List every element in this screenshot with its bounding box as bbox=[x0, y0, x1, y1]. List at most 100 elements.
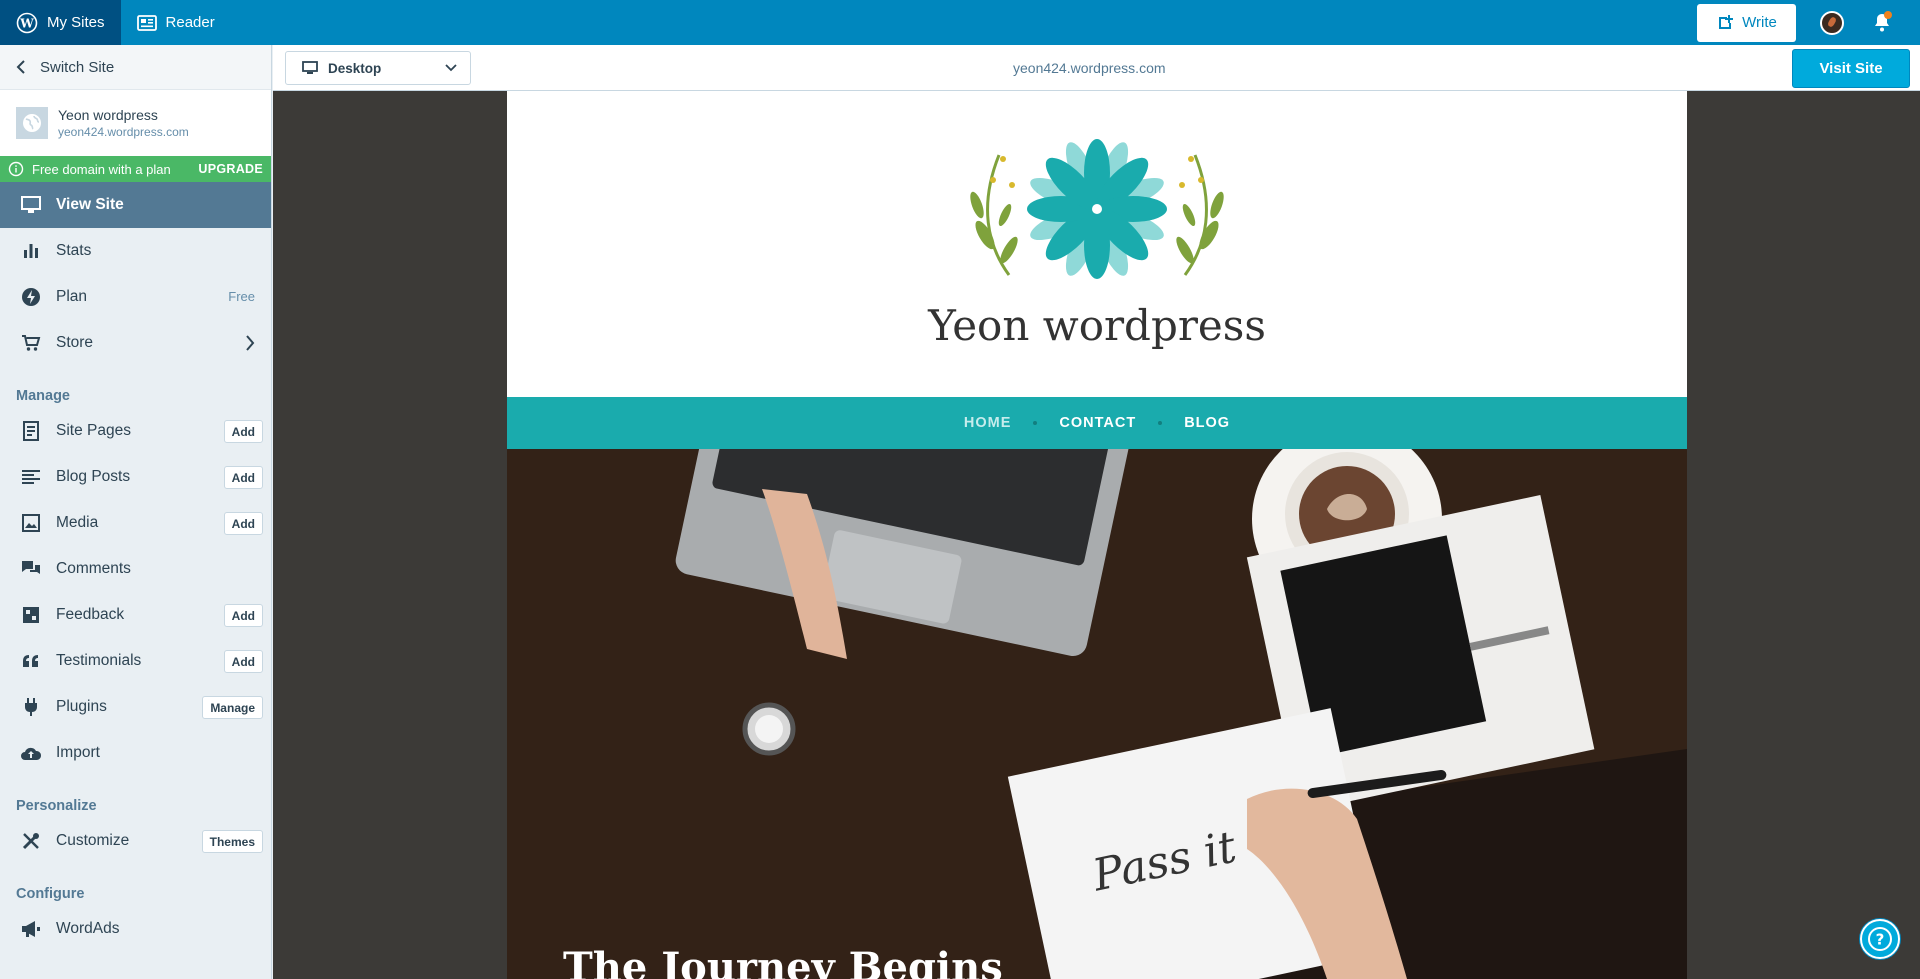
sidebar-item-testimonials[interactable]: Testimonials Add bbox=[0, 638, 271, 684]
comments-icon bbox=[20, 558, 42, 580]
media-icon bbox=[20, 512, 42, 534]
quote-icon bbox=[20, 650, 42, 672]
site-name: Yeon wordpress bbox=[58, 107, 158, 123]
desktop-icon bbox=[302, 61, 318, 74]
sidebar-item-label: Store bbox=[56, 334, 94, 351]
site-nav-home[interactable]: HOME bbox=[964, 415, 1012, 431]
sidebar-item-view-site[interactable]: View Site bbox=[0, 182, 271, 228]
cart-icon bbox=[20, 332, 42, 354]
site-logo-flower-icon bbox=[970, 139, 1224, 279]
add-testimonial-button[interactable]: Add bbox=[223, 650, 263, 673]
sidebar-item-label: Import bbox=[56, 744, 100, 761]
wordpress-logo-icon: W bbox=[16, 12, 38, 33]
device-selector[interactable]: Desktop bbox=[285, 51, 471, 85]
sidebar-item-media[interactable]: Media Add bbox=[0, 500, 271, 546]
switch-site-button[interactable]: Switch Site bbox=[0, 45, 271, 90]
section-heading-manage: Manage bbox=[16, 388, 70, 404]
add-feedback-button[interactable]: Add bbox=[223, 604, 263, 627]
my-sites-button[interactable]: W My Sites bbox=[0, 0, 121, 45]
sidebar-item-customize[interactable]: Customize Themes bbox=[0, 818, 271, 864]
reader-button[interactable]: Reader bbox=[121, 0, 231, 45]
add-media-button[interactable]: Add bbox=[223, 512, 263, 535]
sidebar-item-store[interactable]: Store bbox=[0, 320, 271, 366]
site-header: Yeon wordpress bbox=[507, 91, 1687, 397]
plugin-icon bbox=[20, 696, 42, 718]
hero-desk-photo: Pass it on bbox=[507, 449, 1687, 979]
sidebar-item-label: Media bbox=[56, 514, 99, 531]
section-heading-configure: Configure bbox=[16, 886, 85, 902]
help-button[interactable]: ? bbox=[1860, 919, 1900, 959]
write-label: Write bbox=[1742, 14, 1777, 31]
sidebar-item-label: Comments bbox=[56, 560, 131, 577]
chevron-down-icon bbox=[445, 64, 457, 72]
monitor-icon bbox=[20, 194, 42, 216]
sidebar-item-label: Blog Posts bbox=[56, 468, 131, 485]
manage-plugins-button[interactable]: Manage bbox=[202, 696, 263, 719]
sidebar-item-plan[interactable]: Plan Free bbox=[0, 274, 271, 320]
svg-text:?: ? bbox=[1876, 931, 1885, 949]
device-selector-label: Desktop bbox=[328, 60, 382, 76]
sidebar-item-label: WordAds bbox=[56, 920, 120, 937]
sidebar-item-label: Customize bbox=[56, 832, 130, 849]
globe-icon bbox=[16, 107, 48, 139]
posts-icon bbox=[20, 466, 42, 488]
section-heading-personalize: Personalize bbox=[16, 798, 97, 814]
write-plus-icon bbox=[1719, 14, 1734, 29]
sidebar-item-label: Feedback bbox=[56, 606, 125, 623]
sidebar-item-label: Stats bbox=[56, 242, 92, 259]
plan-status-text: Free bbox=[228, 289, 255, 304]
masterbar: W My Sites Reader Write bbox=[0, 0, 1920, 45]
sidebar-item-wordads[interactable]: WordAds bbox=[0, 906, 271, 952]
sidebar-item-label: View Site bbox=[56, 196, 124, 213]
cloud-upload-icon bbox=[20, 742, 42, 764]
user-avatar[interactable] bbox=[1820, 10, 1844, 35]
sidebar-item-plugins[interactable]: Plugins Manage bbox=[0, 684, 271, 730]
nav-separator bbox=[1033, 421, 1038, 425]
notification-dot bbox=[1884, 10, 1892, 19]
sidebar-item-label: Plan bbox=[56, 288, 88, 305]
promo-text: Free domain with a plan bbox=[32, 161, 171, 177]
plan-icon bbox=[20, 286, 42, 308]
sidebar-item-feedback[interactable]: Feedback Add bbox=[0, 592, 271, 638]
hero-title[interactable]: The Journey Begins bbox=[563, 944, 1003, 979]
visit-site-button[interactable]: Visit Site bbox=[1792, 49, 1910, 88]
preview-toolbar: Desktop yeon424.wordpress.com Visit Site bbox=[273, 45, 1920, 91]
chevron-left-icon bbox=[16, 60, 25, 74]
add-page-button[interactable]: Add bbox=[223, 420, 263, 443]
site-preview-frame: Yeon wordpress HOME CONTACT BLOG Pass it… bbox=[507, 91, 1687, 979]
add-post-button[interactable]: Add bbox=[223, 466, 263, 489]
info-icon bbox=[8, 161, 24, 177]
write-button[interactable]: Write bbox=[1697, 3, 1796, 42]
current-site-card[interactable]: Yeon wordpress yeon424.wordpress.com bbox=[0, 90, 271, 156]
svg-text:W: W bbox=[19, 16, 34, 30]
sidebar-item-stats[interactable]: Stats bbox=[0, 228, 271, 274]
reader-label: Reader bbox=[165, 14, 215, 31]
stats-icon bbox=[20, 240, 42, 262]
site-preview-area: Yeon wordpress HOME CONTACT BLOG Pass it… bbox=[273, 91, 1920, 979]
chevron-right-icon bbox=[246, 335, 255, 351]
site-nav-blog[interactable]: BLOG bbox=[1184, 415, 1230, 431]
themes-button[interactable]: Themes bbox=[201, 830, 263, 853]
site-navigation: HOME CONTACT BLOG bbox=[507, 397, 1687, 449]
site-domain: yeon424.wordpress.com bbox=[58, 125, 189, 139]
free-domain-promo[interactable]: Free domain with a plan UPGRADE bbox=[0, 156, 271, 182]
upgrade-link[interactable]: UPGRADE bbox=[198, 162, 263, 176]
sidebar-item-label: Site Pages bbox=[56, 422, 131, 439]
feedback-icon bbox=[20, 604, 42, 626]
tools-icon bbox=[20, 830, 42, 852]
sidebar-item-import[interactable]: Import bbox=[0, 730, 271, 776]
sidebar-item-label: Testimonials bbox=[56, 652, 142, 669]
sidebar-item-comments[interactable]: Comments bbox=[0, 546, 271, 592]
sidebar-item-site-pages[interactable]: Site Pages Add bbox=[0, 408, 271, 454]
pages-icon bbox=[20, 420, 42, 442]
preview-url: yeon424.wordpress.com bbox=[1013, 60, 1166, 76]
reader-icon bbox=[136, 14, 157, 31]
nav-separator bbox=[1158, 421, 1163, 425]
sidebar-item-blog-posts[interactable]: Blog Posts Add bbox=[0, 454, 271, 500]
sidebar-item-label: Plugins bbox=[56, 698, 107, 715]
switch-site-label: Switch Site bbox=[40, 58, 115, 76]
site-title[interactable]: Yeon wordpress bbox=[507, 301, 1687, 350]
notifications-bell-icon[interactable] bbox=[1870, 10, 1894, 35]
site-nav-contact[interactable]: CONTACT bbox=[1059, 415, 1136, 431]
help-question-icon: ? bbox=[1868, 927, 1892, 951]
